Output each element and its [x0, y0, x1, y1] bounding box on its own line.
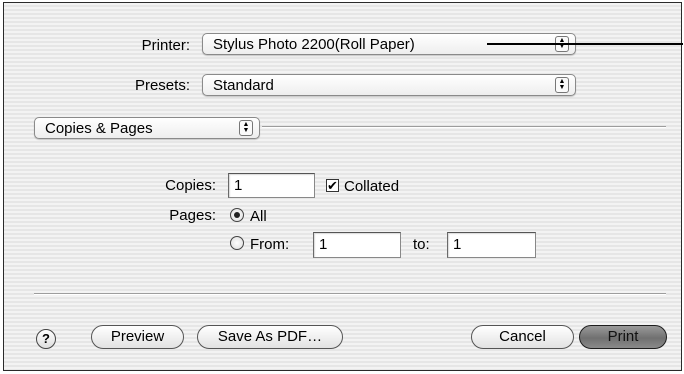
print-button[interactable]: Print — [579, 325, 667, 349]
presets-label: Presets: — [134, 77, 190, 94]
help-button[interactable]: ? — [36, 329, 56, 349]
collated-label: Collated — [344, 178, 400, 195]
popup-arrows-icon: ▲ ▼ — [239, 120, 253, 136]
printer-value: Stylus Photo 2200(Roll Paper) — [213, 36, 415, 53]
presets-value: Standard — [213, 77, 274, 94]
section-popup[interactable]: Copies & Pages ▲ ▼ — [34, 117, 260, 139]
pages-from-radio[interactable] — [230, 236, 244, 250]
collated-checkbox[interactable]: ✔ — [326, 179, 339, 192]
presets-popup[interactable]: Standard ▲ ▼ — [202, 74, 576, 96]
bottom-divider — [34, 293, 666, 295]
pages-to-input[interactable]: 1 — [447, 232, 536, 258]
section-value: Copies & Pages — [45, 120, 153, 137]
popup-arrows-icon: ▲ ▼ — [555, 77, 569, 93]
pages-all-radio[interactable] — [230, 208, 244, 222]
preview-button[interactable]: Preview — [91, 325, 184, 349]
callout-line — [487, 43, 683, 45]
pages-from-label: From: — [250, 236, 290, 253]
copies-label: Copies: — [165, 177, 216, 194]
pages-to-label: to: — [413, 236, 430, 253]
radio-selected-dot — [234, 212, 240, 218]
pages-from-input[interactable]: 1 — [313, 232, 401, 258]
pages-label: Pages: — [169, 207, 216, 224]
cancel-button[interactable]: Cancel — [471, 325, 574, 349]
save-as-pdf-button[interactable]: Save As PDF… — [197, 325, 343, 349]
copies-input[interactable]: 1 — [228, 173, 315, 198]
print-dialog: Printer: Stylus Photo 2200(Roll Paper) ▲… — [3, 2, 683, 371]
pages-all-label: All — [250, 208, 267, 225]
section-divider — [262, 126, 666, 128]
printer-label: Printer: — [141, 37, 190, 54]
